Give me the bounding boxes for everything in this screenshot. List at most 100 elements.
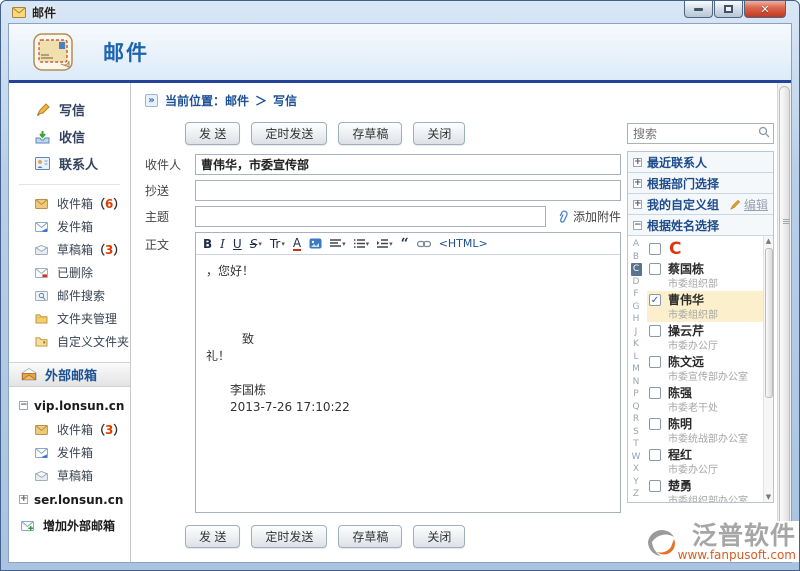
close-button[interactable]: ✕ [744, 1, 786, 18]
contact-checkbox[interactable] [649, 449, 661, 461]
contact-row[interactable]: 陈明市委统战部办公室 [647, 415, 763, 446]
scroll-down-icon[interactable]: ▼ [766, 492, 771, 502]
bold-icon[interactable]: B [203, 237, 212, 251]
add-external-mailbox-button[interactable]: 增加外部邮箱 [9, 512, 130, 539]
sidebar-item-receive[interactable]: 收信 [9, 123, 130, 150]
close-compose-button-bottom[interactable]: 关闭 [413, 525, 465, 548]
contact-checkbox[interactable] [649, 356, 661, 368]
page-scrollbar-thumb[interactable] [779, 86, 790, 534]
sidebar-item-mail-search[interactable]: 邮件搜索 [9, 284, 130, 307]
sidebar-item-compose[interactable]: 写信 [9, 96, 130, 123]
expand-icon[interactable]: + [19, 495, 28, 504]
search-input[interactable] [627, 123, 774, 144]
contact-checkbox[interactable] [649, 325, 661, 337]
scroll-up-icon[interactable]: ▲ [766, 236, 771, 246]
italic-icon[interactable]: I [220, 237, 225, 251]
contact-row[interactable]: 陈强市委老干处 [647, 384, 763, 415]
sidebar-item-sent[interactable]: 发件箱 [9, 215, 130, 238]
html-source-button[interactable]: <HTML> [439, 237, 488, 251]
send-button-bottom[interactable]: 发 送 [185, 525, 240, 548]
alpha-letter[interactable]: F [628, 288, 644, 301]
contact-checkbox[interactable] [649, 263, 661, 275]
account-vip-lonsun[interactable]: − vip.lonsun.cn [9, 393, 130, 418]
timed-send-button-bottom[interactable]: 定时发送 [251, 525, 327, 548]
sidebar-section-external-mail[interactable]: 外部邮箱 [9, 362, 130, 387]
font-color-icon[interactable]: A [293, 237, 301, 251]
page-scrollbar[interactable] [777, 83, 791, 563]
message-body[interactable]: ，您好！ 致 礼！ 李国栋 2013-7-26 17:10:22 [196, 255, 620, 424]
maximize-button[interactable] [714, 1, 743, 18]
save-draft-button[interactable]: 存草稿 [338, 122, 402, 145]
alpha-letter[interactable]: W [628, 451, 644, 464]
align-dropdown[interactable]: ▾ [330, 237, 346, 251]
contact-row[interactable]: 蔡国栋市委组织部 [647, 260, 763, 291]
list-dropdown[interactable]: ▾ [354, 237, 370, 251]
cc-input[interactable] [195, 180, 621, 201]
alpha-letter[interactable]: M [628, 363, 644, 376]
send-button[interactable]: 发 送 [185, 122, 240, 145]
alpha-letter[interactable]: B [628, 251, 644, 264]
collapse-icon[interactable]: − [19, 401, 28, 410]
save-draft-button-bottom[interactable]: 存草稿 [338, 525, 402, 548]
group-by-name[interactable]: − 根据姓名选择 [628, 215, 773, 236]
indent-dropdown[interactable]: ▾ [377, 237, 393, 251]
ext-drafts[interactable]: 草稿箱 [9, 464, 130, 487]
alpha-letter[interactable]: J [628, 326, 644, 339]
ext-sent[interactable]: 发件箱 [9, 441, 130, 464]
contact-row[interactable]: 程红市委办公厅 [647, 446, 763, 477]
alpha-letter[interactable]: K [628, 338, 644, 351]
recipient-input[interactable] [195, 154, 621, 175]
account-ser-lonsun[interactable]: + ser.lonsun.cn [9, 487, 130, 512]
sidebar-item-inbox[interactable]: 收件箱 （6） [9, 192, 130, 215]
insert-image-icon[interactable] [309, 238, 322, 249]
add-attachment-button[interactable]: 添加附件 [556, 208, 621, 225]
sidebar-item-folder-manage[interactable]: 文件夹管理 [9, 307, 130, 330]
contact-checkbox[interactable] [649, 480, 661, 492]
contact-row[interactable]: 操云芹市委办公厅 [647, 322, 763, 353]
alpha-letter[interactable]: A [628, 238, 644, 251]
contact-list-scrollbar[interactable]: ▲ ▼ [763, 236, 773, 502]
select-all-checkbox[interactable] [649, 243, 661, 255]
sidebar-item-custom-folder[interactable]: 自定义文件夹 [9, 330, 130, 353]
contact-checkbox-checked[interactable]: ✓ [649, 294, 661, 306]
strike-dropdown[interactable]: S▾ [250, 237, 262, 251]
underline-icon[interactable]: U [233, 237, 242, 251]
alpha-letter[interactable]: P [628, 388, 644, 401]
contact-checkbox[interactable] [649, 418, 661, 430]
alpha-letter[interactable]: D [628, 276, 644, 289]
contact-row[interactable]: 楚勇市委组织部办公室 [647, 477, 763, 502]
font-dropdown[interactable]: Tr▾ [270, 237, 285, 251]
group-custom-groups[interactable]: + 我的自定义组 编辑 [628, 194, 773, 215]
contact-row-selected[interactable]: ✓ 曹伟华市委组织部 [647, 291, 763, 322]
close-compose-button[interactable]: 关闭 [413, 122, 465, 145]
contact-row[interactable]: 陈文远市委宣传部办公室 [647, 353, 763, 384]
alpha-letter[interactable]: Y [628, 476, 644, 489]
chain-link-icon[interactable] [417, 240, 431, 248]
alpha-letter[interactable]: T [628, 438, 644, 451]
minimize-button[interactable] [684, 1, 713, 18]
sidebar-item-contacts[interactable]: 联系人 [9, 150, 130, 177]
sidebar-item-deleted[interactable]: 已删除 [9, 261, 130, 284]
contact-checkbox[interactable] [649, 387, 661, 399]
ext-inbox[interactable]: 收件箱 （3） [9, 418, 130, 441]
alpha-letter-active[interactable]: C [631, 263, 642, 276]
subject-input[interactable] [195, 206, 546, 227]
edit-groups-link[interactable]: 编辑 [730, 196, 768, 213]
alpha-letter[interactable]: Z [628, 488, 644, 501]
quote-icon[interactable]: “ [401, 237, 409, 251]
alpha-letter[interactable]: H [628, 313, 644, 326]
breadcrumb-link-mail[interactable]: 邮件 [225, 92, 249, 109]
alpha-letter[interactable]: X [628, 463, 644, 476]
scrollbar-thumb[interactable] [765, 248, 773, 398]
alpha-letter[interactable]: L [628, 351, 644, 364]
alpha-letter[interactable]: S [628, 426, 644, 439]
alpha-letter[interactable]: R [628, 413, 644, 426]
group-by-department[interactable]: + 根据部门选择 [628, 173, 773, 194]
alpha-letter[interactable]: N [628, 376, 644, 389]
titlebar[interactable]: 邮件 ✕ [8, 1, 792, 23]
timed-send-button[interactable]: 定时发送 [251, 122, 327, 145]
alpha-letter[interactable]: Q [628, 401, 644, 414]
alpha-letter[interactable]: G [628, 301, 644, 314]
group-recent-contacts[interactable]: + 最近联系人 [628, 152, 773, 173]
sidebar-item-drafts[interactable]: 草稿箱 （3） [9, 238, 130, 261]
